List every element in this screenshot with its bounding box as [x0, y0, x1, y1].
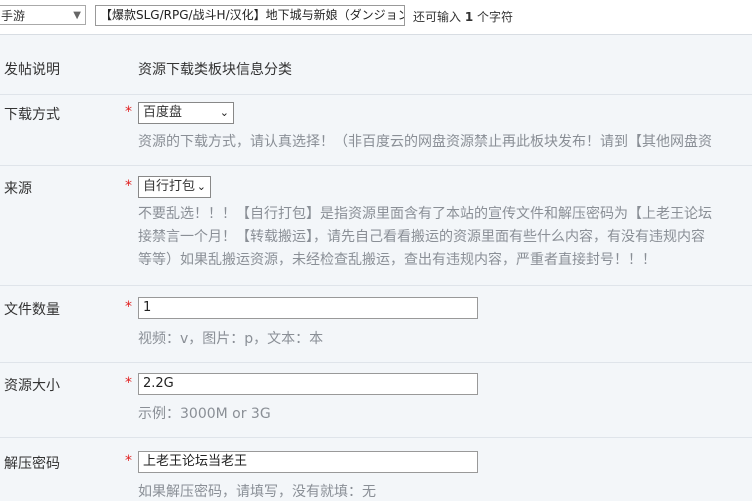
source-hint-line: 不要乱选！！！【自行打包】是指资源里面含有了本站的宣传文件和解压密码为【上老王论… — [138, 206, 712, 222]
post-info-label: 发帖说明 — [4, 62, 60, 78]
resource-size-label: 资源大小 — [4, 378, 60, 394]
remain-prefix: 还可输入 — [413, 10, 462, 24]
unzip-password-input[interactable]: 上老王论坛当老王 — [138, 451, 478, 473]
unzip-password-label: 解压密码 — [4, 456, 60, 472]
thread-title-input[interactable]: 【爆款SLG/RPG/战斗H/汉化】地下城与新娘（ダンジョン — [95, 5, 405, 26]
source-value: 自行打包 — [143, 179, 196, 194]
remaining-chars: 还可输入 1 个字符 — [413, 8, 513, 25]
row-file-count: 文件数量 * 1 视频：v，图片：p，文本：本 — [0, 286, 752, 363]
required-mark: * — [125, 104, 132, 120]
thread-type-select[interactable]: 手游 ▼ — [0, 5, 86, 25]
thread-type-value: 手游 — [1, 9, 26, 23]
source-label: 来源 — [4, 181, 32, 197]
required-mark: * — [125, 299, 132, 315]
required-mark: * — [125, 453, 132, 469]
download-method-label: 下载方式 — [4, 107, 60, 123]
resource-size-hint: 示例：3000M or 3G — [138, 406, 271, 422]
source-select[interactable]: 自行打包 ⌄ — [138, 176, 211, 198]
download-method-hint: 资源的下载方式，请认真选择！（非百度云的网盘资源禁止再此板块发布！请到【其他网盘… — [138, 134, 712, 150]
file-count-input[interactable]: 1 — [138, 297, 478, 319]
row-post-info: 发帖说明 资源下载类板块信息分类 — [0, 35, 752, 95]
source-hint-line: 接禁言一个月！【转载搬运】，请先自己看看搬运的资源里面有些什么内容，有没有违规内… — [138, 229, 705, 245]
required-mark: * — [125, 178, 132, 194]
topbar: 手游 ▼ 【爆款SLG/RPG/战斗H/汉化】地下城与新娘（ダンジョン 还可输入… — [0, 0, 752, 35]
remain-count: 1 — [464, 10, 474, 24]
row-source: 来源 * 自行打包 ⌄ 不要乱选！！！【自行打包】是指资源里面含有了本站的宣传文… — [0, 166, 752, 286]
chevron-down-icon: ⌄ — [196, 180, 206, 193]
chevron-down-icon: ▼ — [73, 10, 81, 21]
chevron-down-icon: ⌄ — [219, 106, 229, 119]
required-mark: * — [125, 375, 132, 391]
source-hint: 不要乱选！！！【自行打包】是指资源里面含有了本站的宣传文件和解压密码为【上老王论… — [138, 203, 752, 272]
row-download-method: 下载方式 * 百度盘 ⌄ 资源的下载方式，请认真选择！（非百度云的网盘资源禁止再… — [0, 95, 752, 166]
resource-size-input[interactable]: 2.2G — [138, 373, 478, 395]
row-unzip-password: 解压密码 * 上老王论坛当老王 如果解压密码，请填写，没有就填：无 — [0, 438, 752, 501]
source-hint-line: 等等）如果乱搬运资源，未经检查乱搬运，查出有违规内容，严重者直接封号！！！ — [138, 252, 656, 268]
file-count-label: 文件数量 — [4, 302, 60, 318]
download-method-value: 百度盘 — [143, 105, 183, 120]
download-method-select[interactable]: 百度盘 ⌄ — [138, 102, 234, 124]
file-count-hint: 视频：v，图片：p，文本：本 — [138, 331, 324, 347]
post-info-value: 资源下载类板块信息分类 — [138, 62, 292, 78]
remain-suffix: 个字符 — [477, 10, 514, 24]
unzip-password-hint: 如果解压密码，请填写，没有就填：无 — [138, 484, 376, 500]
row-resource-size: 资源大小 * 2.2G 示例：3000M or 3G — [0, 363, 752, 438]
